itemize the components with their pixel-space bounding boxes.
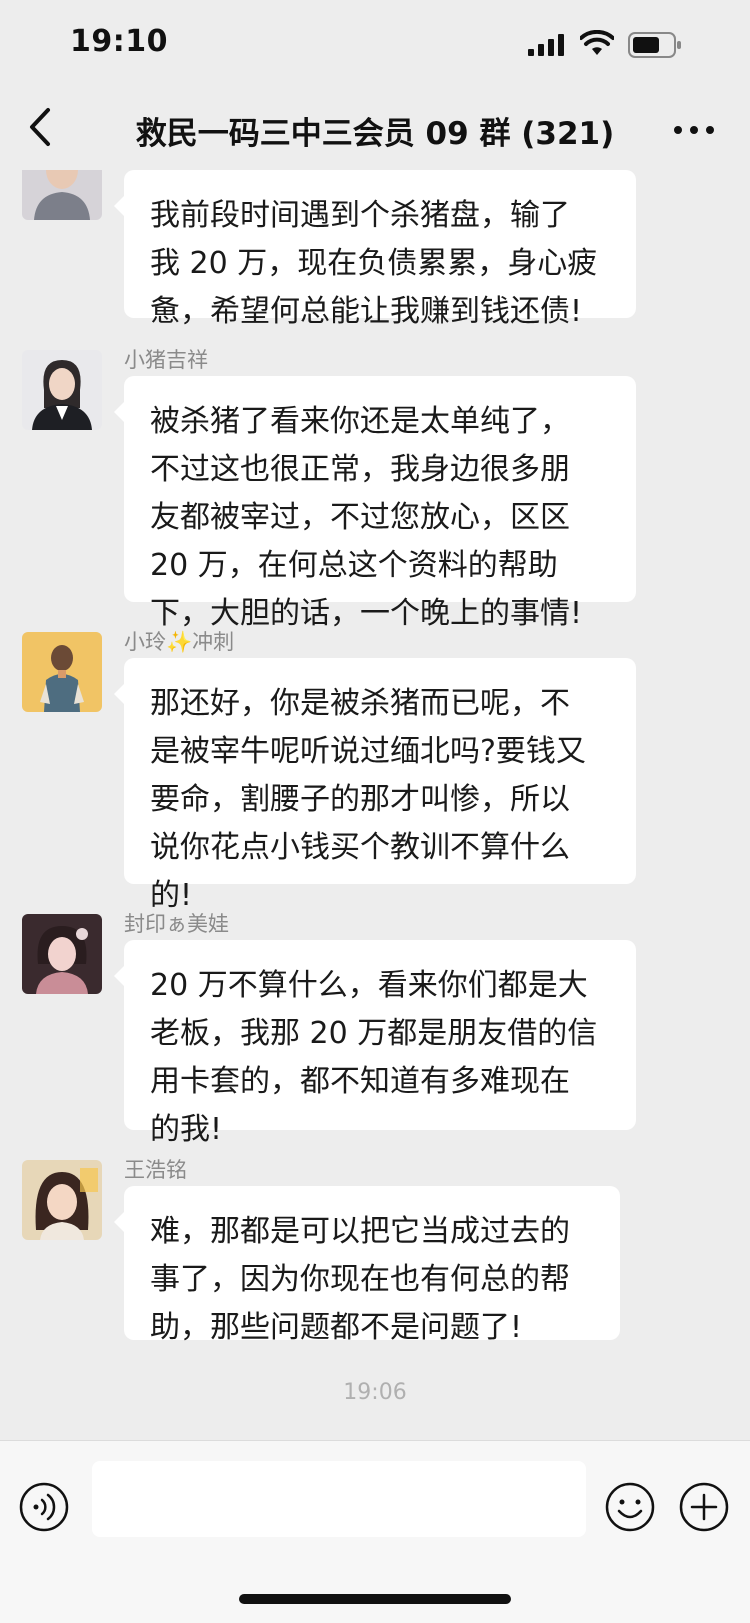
message-input[interactable] xyxy=(92,1461,586,1537)
message-bubble[interactable]: 被杀猪了看来你还是太单纯了， 不过这也很正常，我身边很多朋 友都被宰过，不过您放… xyxy=(114,376,636,631)
emoji-icon[interactable] xyxy=(604,1481,656,1533)
sender-name: 小猪吉祥 xyxy=(124,348,208,372)
battery-icon xyxy=(628,32,681,58)
signal-icon xyxy=(528,34,564,56)
more-icon[interactable] xyxy=(672,124,716,136)
sender-name: 封印ぁ美娃 xyxy=(124,912,229,936)
avatar[interactable] xyxy=(22,170,102,220)
chat-screen: 19:10 救民一码三中三会员 09 群 (321) 我前段时间遇到个杀猪盘，输… xyxy=(0,0,750,1623)
message-bubble[interactable]: 20 万不算什么，看来你们都是大 老板，我那 20 万都是朋友借的信 用卡套的，… xyxy=(114,940,636,1147)
plus-icon[interactable] xyxy=(678,1481,730,1533)
voice-icon[interactable] xyxy=(18,1481,70,1533)
back-icon[interactable] xyxy=(24,102,56,152)
input-bar xyxy=(0,1440,750,1623)
message-bubble[interactable]: 我前段时间遇到个杀猪盘，输了 我 20 万，现在负债累累，身心疲 惫，希望何总能… xyxy=(114,170,636,329)
message-bubble[interactable]: 那还好，你是被杀猪而已呢，不 是被宰牛呢听说过缅北吗?要钱又 要命，割腰子的那才… xyxy=(114,658,636,913)
nav-bar: 救民一码三中三会员 09 群 (321) xyxy=(0,88,750,170)
avatar[interactable] xyxy=(22,1160,102,1240)
status-time: 19:10 xyxy=(70,24,168,59)
message-list[interactable]: 我前段时间遇到个杀猪盘，输了 我 20 万，现在负债累累，身心疲 惫，希望何总能… xyxy=(0,170,750,1440)
group-title: 救民一码三中三会员 09 群 (321) xyxy=(135,116,615,152)
message-bubble[interactable]: 难，那都是可以把它当成过去的 事了，因为你现在也有何总的帮 助，那些问题都不是问… xyxy=(114,1186,620,1345)
avatar[interactable] xyxy=(22,632,102,712)
sender-name: 小玲✨冲刺 xyxy=(124,630,235,654)
avatar[interactable] xyxy=(22,350,102,430)
wifi-icon xyxy=(580,30,614,55)
sender-name: 王浩铭 xyxy=(124,1158,187,1182)
home-indicator xyxy=(239,1594,511,1604)
status-bar: 19:10 xyxy=(0,0,750,88)
message-timestamp: 19:06 xyxy=(343,1380,407,1405)
avatar[interactable] xyxy=(22,914,102,994)
